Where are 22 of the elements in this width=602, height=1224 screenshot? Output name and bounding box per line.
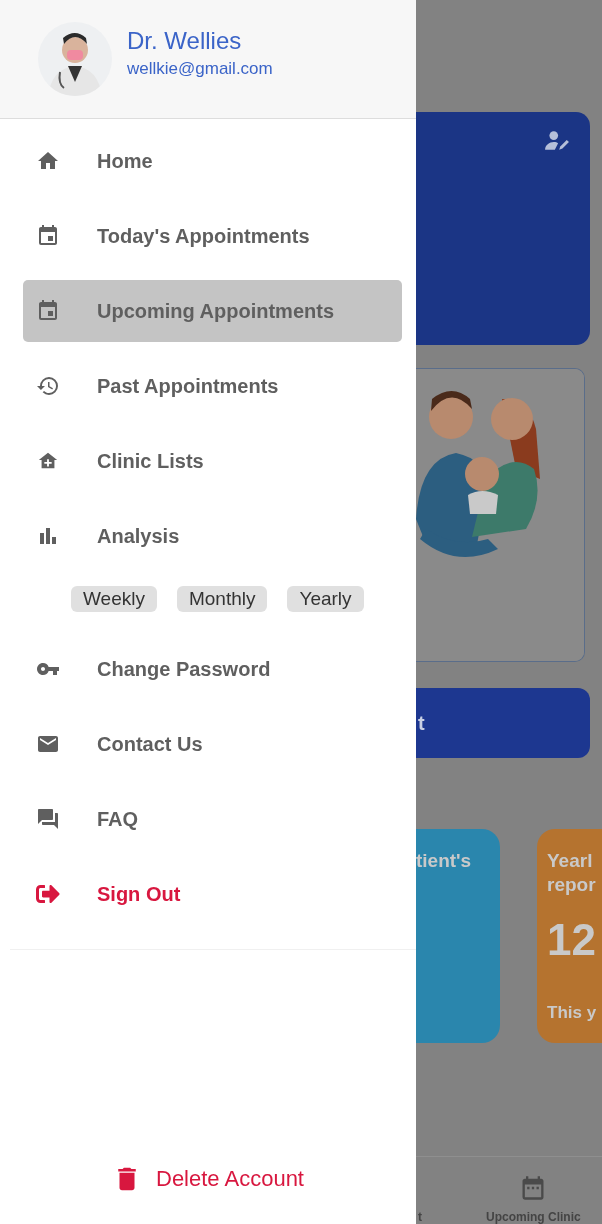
card-title: repor xyxy=(547,873,597,897)
card-title: tient's xyxy=(416,849,473,873)
menu-item[interactable]: Home xyxy=(23,130,402,192)
menu-item[interactable]: Contact Us xyxy=(23,713,402,775)
menu-item[interactable]: Analysis xyxy=(23,505,402,567)
menu-item[interactable]: Clinic Lists xyxy=(23,430,402,492)
action-button[interactable]: t xyxy=(416,688,590,758)
period-chip[interactable]: Monthly xyxy=(176,586,268,612)
menu-item[interactable]: Sign Out xyxy=(23,863,402,925)
user-email: wellkie@gmail.com xyxy=(127,59,273,79)
user-name: Dr. Wellies xyxy=(127,27,243,55)
menu-item[interactable]: Change Password xyxy=(23,638,402,700)
menu-item[interactable]: Today's Appointments xyxy=(23,205,402,267)
card-footer: This y xyxy=(547,1003,602,1023)
menu-item[interactable]: Upcoming Appointments xyxy=(23,280,402,342)
period-chip[interactable]: Yearly xyxy=(287,586,364,612)
card-title: Yearl xyxy=(547,849,594,873)
period-chip[interactable]: Weekly xyxy=(71,586,157,612)
delete-account-button[interactable]: Delete Account xyxy=(106,1160,310,1198)
menu-item[interactable]: Past Appointments xyxy=(23,355,402,417)
menu-item[interactable]: FAQ xyxy=(23,788,402,850)
stat-value: 12 xyxy=(547,915,597,965)
